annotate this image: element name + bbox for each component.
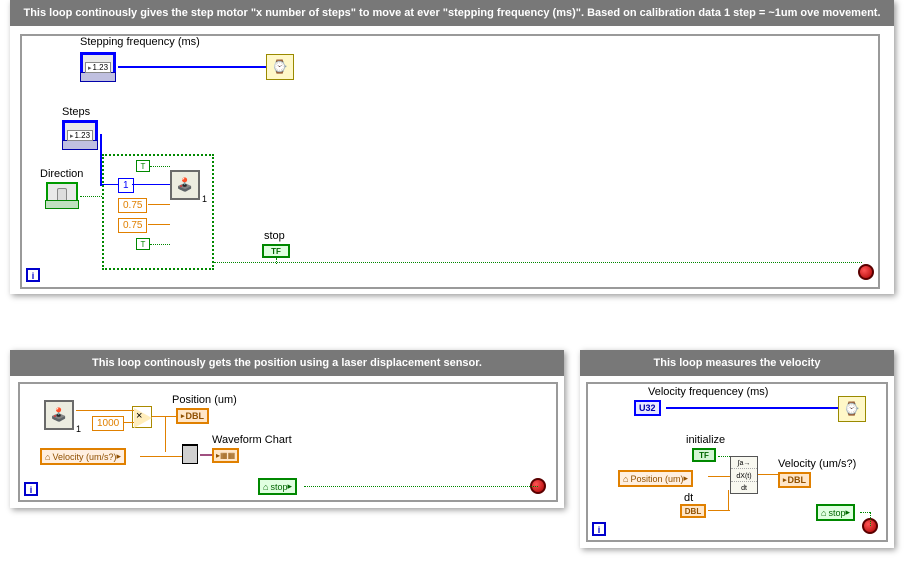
wire	[214, 262, 862, 263]
wire	[80, 196, 102, 197]
multiply-node	[134, 408, 152, 428]
wire	[100, 184, 118, 185]
vfreq-label: Velocity frequencey (ms)	[648, 386, 768, 398]
wire	[76, 410, 134, 411]
velocity-local-read: Velocity (um/s?)▸	[40, 448, 126, 465]
wire	[870, 512, 871, 526]
chart-label: Waveform Chart	[212, 434, 292, 446]
wire	[148, 224, 170, 225]
derivative-node: ∫a→ dX(t) dt	[730, 456, 758, 494]
wire	[860, 512, 870, 513]
position-local-read: Position (um)▸	[618, 470, 693, 487]
wire	[150, 244, 170, 245]
panel3-header: This loop measures the velocity	[580, 350, 894, 376]
position-label-2: Position (um)	[172, 394, 237, 406]
stepping-freq-label: Stepping frequency (ms)	[80, 36, 200, 48]
wire	[304, 486, 538, 487]
velocity-indicator: DBL	[778, 472, 811, 488]
panel2-body: i 🕹️ 1 1000 Position (um) DBL Velocity (…	[10, 376, 564, 508]
wait-ms-icon: ⌚	[266, 54, 294, 80]
wait-ms-icon-3: ⌚	[838, 396, 866, 422]
direction-label: Direction	[40, 168, 83, 180]
wire	[132, 184, 170, 185]
const-1000: 1000	[92, 416, 124, 431]
initialize-label: initialize	[686, 434, 725, 446]
wire	[118, 66, 266, 68]
wire	[140, 456, 182, 457]
stop-label-1: stop	[264, 230, 285, 242]
initialize-term[interactable]: TF	[692, 448, 716, 462]
stop-local-3: stop▸	[816, 504, 855, 521]
wire	[718, 456, 730, 457]
wire	[124, 422, 134, 423]
panel1-header: This loop continously gives the step mot…	[10, 0, 894, 26]
panel-laser-position: This loop continously gets the position …	[10, 350, 564, 508]
motor-subvi: 🕹️	[170, 170, 200, 200]
wire	[728, 490, 729, 510]
wire	[165, 416, 166, 452]
loop-stop-condition-1	[858, 264, 874, 280]
stepping-freq-value: 1.23	[85, 62, 111, 73]
subvi-2-index: 1	[76, 424, 81, 434]
wire	[148, 204, 170, 205]
wire	[758, 474, 778, 475]
dt-label: dt	[684, 492, 693, 504]
panel2-header: This loop continously gets the position …	[10, 350, 564, 376]
waveform-chart-indicator: ▸▦▦	[212, 448, 239, 463]
stepping-freq-control[interactable]: 1.23	[80, 52, 116, 82]
wire	[152, 416, 176, 417]
iteration-terminal-1: i	[26, 268, 40, 282]
wire	[708, 510, 730, 511]
steps-control[interactable]: 1.23	[62, 120, 98, 150]
bool-const-t1: T	[136, 160, 150, 172]
panel1-body: i Stepping frequency (ms) 1.23 ⌚ Steps 1…	[10, 26, 894, 294]
iteration-terminal-3: i	[592, 522, 606, 536]
wire	[150, 166, 170, 167]
wire	[276, 258, 277, 264]
position-indicator: DBL	[176, 408, 209, 424]
panel-velocity: This loop measures the velocity i Veloci…	[580, 350, 894, 548]
panel-step-motor: This loop continously gives the step mot…	[10, 0, 894, 294]
vfreq-const: U32	[634, 400, 661, 416]
wire	[708, 476, 730, 477]
dbl-const-b: 0.75	[118, 218, 147, 233]
velocity-label-3: Velocity (um/s?)	[778, 458, 856, 470]
int-const-1: 1	[118, 178, 134, 193]
iteration-terminal-2: i	[24, 482, 38, 496]
laser-subvi: 🕹️	[44, 400, 74, 430]
steps-label: Steps	[62, 106, 90, 118]
bundle-node	[182, 444, 198, 464]
direction-control[interactable]	[46, 182, 78, 208]
bool-const-t2: T	[136, 238, 150, 250]
stop-terminal-1[interactable]: TF	[262, 244, 290, 258]
steps-value: 1.23	[67, 130, 93, 141]
dt-term[interactable]: DBL	[680, 504, 706, 518]
dbl-const-a: 0.75	[118, 198, 147, 213]
wire	[666, 407, 838, 409]
panel3-body: i Velocity frequencey (ms) U32 ⌚ initial…	[580, 376, 894, 548]
wire	[100, 134, 102, 186]
subvi-1-index: 1	[202, 194, 207, 204]
stop-local-2: stop▸	[258, 478, 297, 495]
